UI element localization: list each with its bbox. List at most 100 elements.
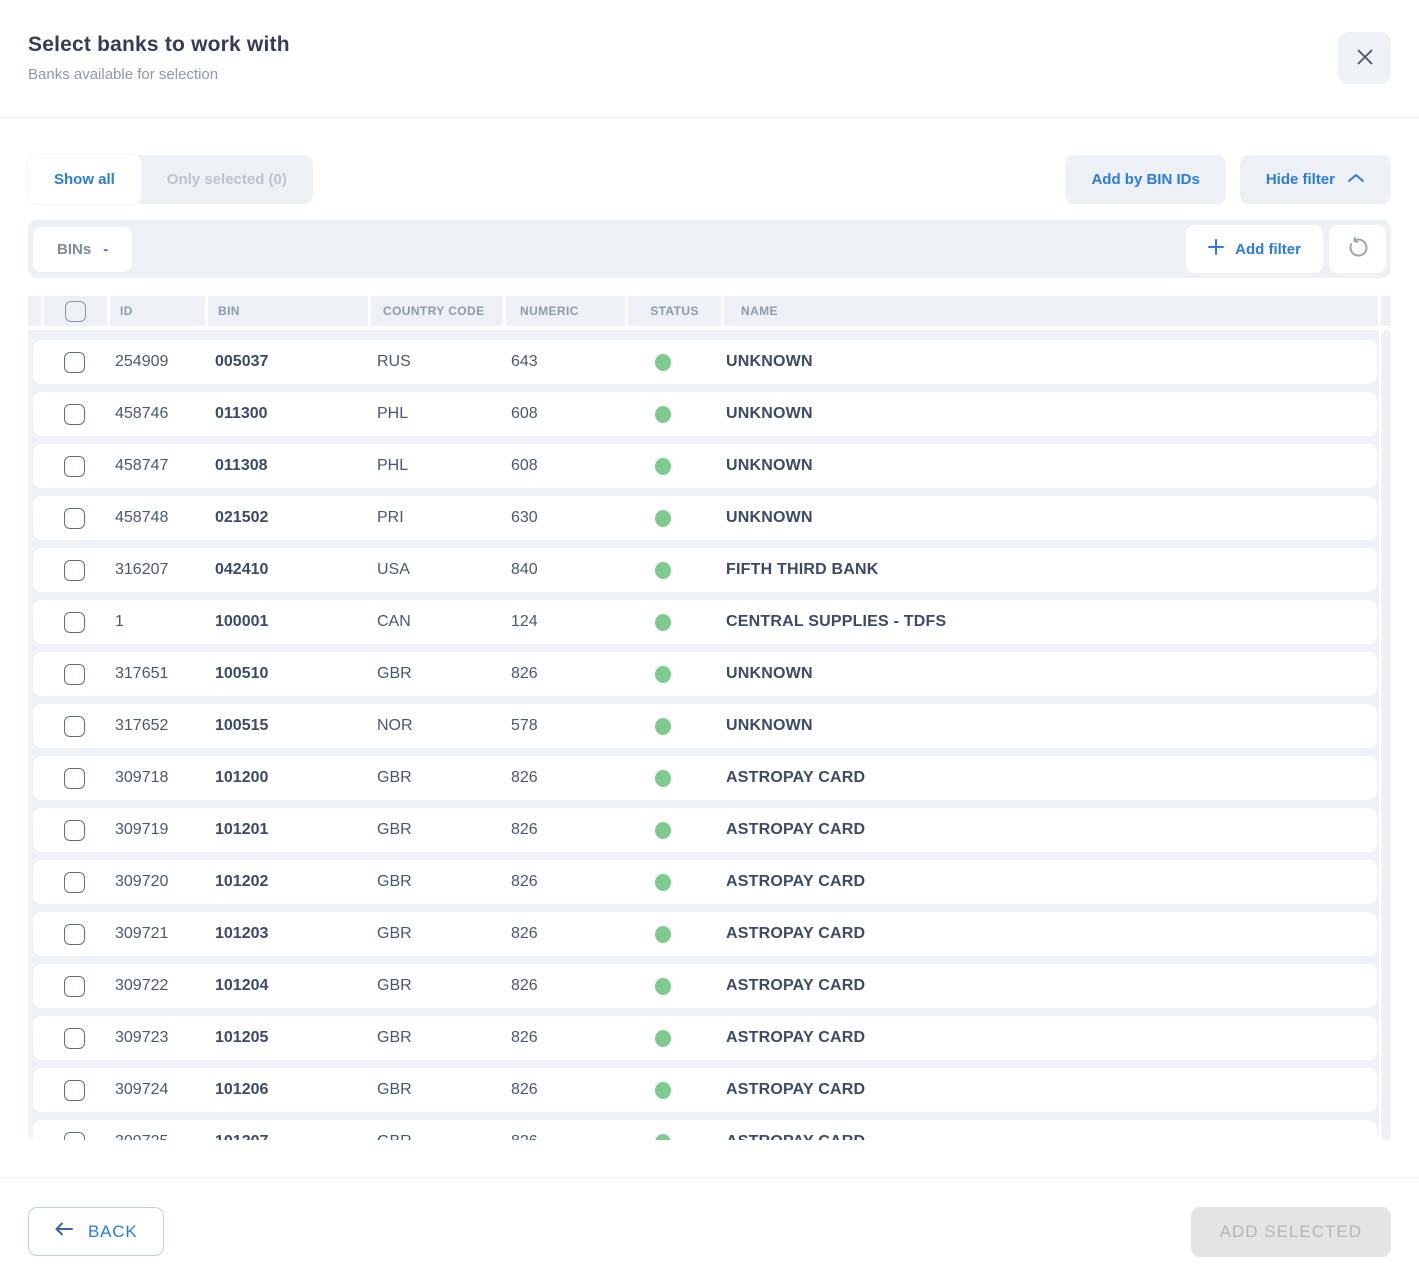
row-country-code: GBR xyxy=(365,665,497,683)
row-checkbox[interactable] xyxy=(64,924,85,945)
table-row[interactable]: 309721 101203 GBR 826 ASTROPAY CARD xyxy=(33,912,1377,956)
status-active-dot xyxy=(655,978,671,995)
reset-filters-button[interactable] xyxy=(1329,225,1386,273)
row-checkbox-cell xyxy=(33,872,110,893)
table-row[interactable]: 309723 101205 GBR 826 ASTROPAY CARD xyxy=(33,1016,1377,1060)
row-checkbox[interactable] xyxy=(64,976,85,997)
row-bin: 101207 xyxy=(205,1133,365,1140)
header-scrollbar-cell xyxy=(1381,296,1391,326)
header-lead-strip xyxy=(28,296,41,326)
row-checkbox[interactable] xyxy=(64,456,85,477)
bins-filter-chip[interactable]: BINs - xyxy=(33,227,132,272)
row-checkbox[interactable] xyxy=(64,612,85,633)
row-checkbox[interactable] xyxy=(64,820,85,841)
row-id: 309721 xyxy=(110,925,205,943)
row-id: 309719 xyxy=(110,821,205,839)
row-country-code: GBR xyxy=(365,1081,497,1099)
table-row[interactable]: 458746 011300 PHL 608 UNKNOWN xyxy=(33,392,1377,436)
row-checkbox[interactable] xyxy=(64,508,85,529)
table-scrollbar[interactable] xyxy=(1381,330,1391,1140)
status-active-dot xyxy=(655,874,671,891)
table-row[interactable]: 1 100001 CAN 124 CENTRAL SUPPLIES - TDFS xyxy=(33,600,1377,644)
table-row[interactable]: 309722 101204 GBR 826 ASTROPAY CARD xyxy=(33,964,1377,1008)
hide-filter-label: Hide filter xyxy=(1266,171,1335,188)
row-checkbox-cell xyxy=(33,976,110,997)
row-country-code: CAN xyxy=(365,613,497,631)
row-checkbox-cell xyxy=(33,1028,110,1049)
row-bank-name: UNKNOWN xyxy=(709,405,1377,423)
row-country-code: PHL xyxy=(365,405,497,423)
row-id: 458748 xyxy=(110,509,205,527)
hide-filter-button[interactable]: Hide filter xyxy=(1240,155,1391,204)
table-row[interactable]: 458748 021502 PRI 630 UNKNOWN xyxy=(33,496,1377,540)
row-bank-name: ASTROPAY CARD xyxy=(709,1081,1377,1099)
table-row[interactable]: 309718 101200 GBR 826 ASTROPAY CARD xyxy=(33,756,1377,800)
row-id: 309722 xyxy=(110,977,205,995)
show-all-tab[interactable]: Show all xyxy=(28,155,141,204)
add-filter-button[interactable]: Add filter xyxy=(1186,225,1323,273)
select-all-checkbox[interactable] xyxy=(65,301,86,322)
back-button[interactable]: BACK xyxy=(28,1207,164,1256)
row-checkbox[interactable] xyxy=(64,404,85,425)
row-checkbox[interactable] xyxy=(64,560,85,581)
table-row[interactable]: 309724 101206 GBR 826 ASTROPAY CARD xyxy=(33,1068,1377,1112)
table-row[interactable]: 458747 011308 PHL 608 UNKNOWN xyxy=(33,444,1377,488)
column-header-name: NAME xyxy=(724,296,1378,326)
banks-table: ID BIN COUNTRY CODE NUMERIC STATUS NAME … xyxy=(28,296,1391,1140)
row-country-code: PRI xyxy=(365,509,497,527)
page-subtitle: Banks available for selection xyxy=(28,66,1391,83)
add-selected-button[interactable]: ADD SELECTED xyxy=(1191,1207,1391,1257)
row-bank-name: ASTROPAY CARD xyxy=(709,1029,1377,1047)
plus-icon xyxy=(1208,239,1224,259)
status-active-dot xyxy=(655,510,671,527)
row-status-cell xyxy=(616,1134,709,1141)
row-numeric: 578 xyxy=(497,717,616,735)
row-bin: 101206 xyxy=(205,1081,365,1099)
row-status-cell xyxy=(616,406,709,423)
row-checkbox[interactable] xyxy=(64,1132,85,1141)
row-status-cell xyxy=(616,666,709,683)
add-by-bin-ids-label: Add by BIN IDs xyxy=(1091,171,1199,188)
status-active-dot xyxy=(655,406,671,423)
row-checkbox[interactable] xyxy=(64,768,85,789)
row-id: 317651 xyxy=(110,665,205,683)
row-checkbox[interactable] xyxy=(64,352,85,373)
row-bin: 101201 xyxy=(205,821,365,839)
row-checkbox[interactable] xyxy=(64,716,85,737)
row-checkbox[interactable] xyxy=(64,664,85,685)
row-numeric: 826 xyxy=(497,1081,616,1099)
row-numeric: 826 xyxy=(497,769,616,787)
row-bank-name: CENTRAL SUPPLIES - TDFS xyxy=(709,613,1377,631)
row-numeric: 630 xyxy=(497,509,616,527)
row-checkbox-cell xyxy=(33,352,110,373)
row-checkbox-cell xyxy=(33,924,110,945)
row-bin: 101202 xyxy=(205,873,365,891)
table-row[interactable]: 254909 005037 RUS 643 UNKNOWN xyxy=(33,340,1377,384)
row-numeric: 124 xyxy=(497,613,616,631)
table-row[interactable]: 309720 101202 GBR 826 ASTROPAY CARD xyxy=(33,860,1377,904)
table-row[interactable]: 317652 100515 NOR 578 UNKNOWN xyxy=(33,704,1377,748)
row-checkbox-cell xyxy=(33,560,110,581)
table-row[interactable]: 309725 101207 GBR 826 ASTROPAY CARD xyxy=(33,1120,1377,1140)
row-numeric: 826 xyxy=(497,665,616,683)
table-row[interactable]: 317651 100510 GBR 826 UNKNOWN xyxy=(33,652,1377,696)
only-selected-tab[interactable]: Only selected (0) xyxy=(141,155,313,204)
row-bank-name: UNKNOWN xyxy=(709,665,1377,683)
status-active-dot xyxy=(655,354,671,371)
row-checkbox[interactable] xyxy=(64,872,85,893)
row-numeric: 608 xyxy=(497,457,616,475)
select-banks-modal: Select banks to work with Banks availabl… xyxy=(0,0,1419,1285)
row-bank-name: ASTROPAY CARD xyxy=(709,873,1377,891)
row-checkbox[interactable] xyxy=(64,1080,85,1101)
row-bank-name: UNKNOWN xyxy=(709,717,1377,735)
row-id: 316207 xyxy=(110,561,205,579)
table-row[interactable]: 316207 042410 USA 840 FIFTH THIRD BANK xyxy=(33,548,1377,592)
table-row[interactable]: 309719 101201 GBR 826 ASTROPAY CARD xyxy=(33,808,1377,852)
modal-footer: BACK ADD SELECTED xyxy=(0,1177,1419,1285)
row-checkbox[interactable] xyxy=(64,1028,85,1049)
row-numeric: 826 xyxy=(497,873,616,891)
add-by-bin-ids-button[interactable]: Add by BIN IDs xyxy=(1065,155,1225,204)
row-checkbox-cell xyxy=(33,456,110,477)
column-header-country-code: COUNTRY CODE xyxy=(371,296,503,326)
close-button[interactable] xyxy=(1338,32,1391,84)
